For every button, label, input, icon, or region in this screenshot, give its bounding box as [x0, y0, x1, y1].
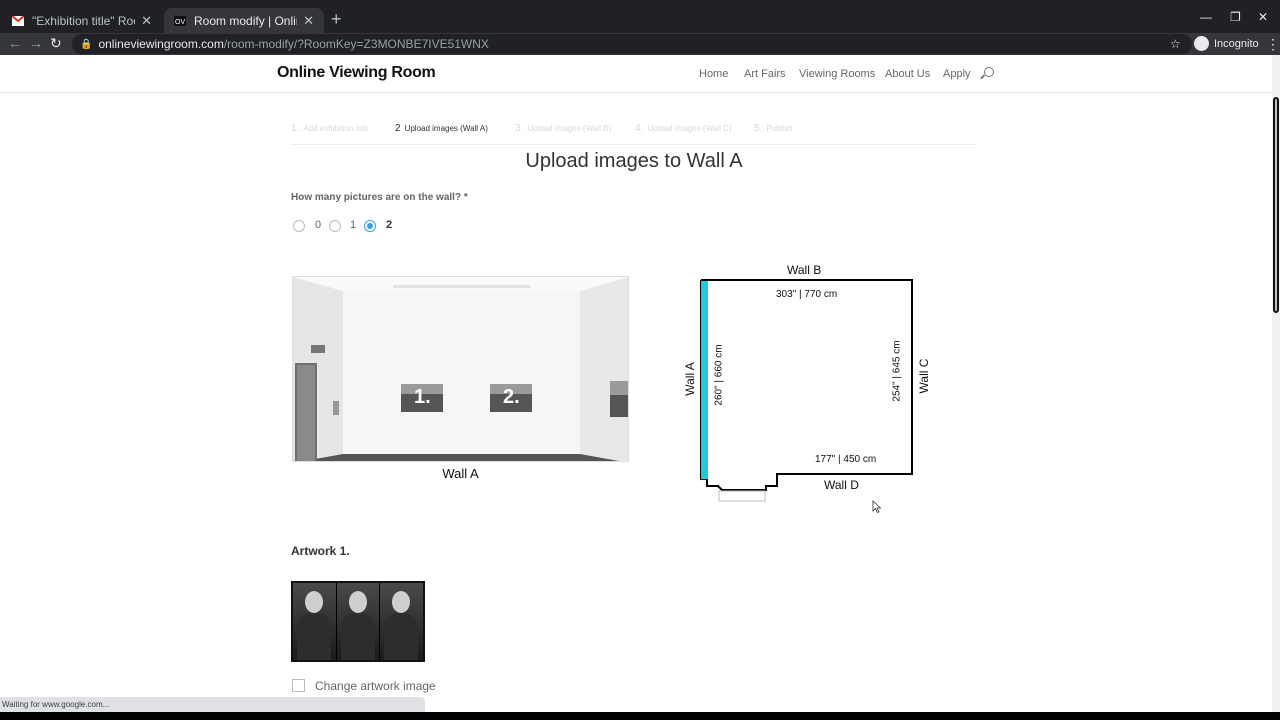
site-logo[interactable]: Online Viewing Room	[277, 64, 436, 82]
wall-b-dimension: 303" | 770 cm	[776, 289, 838, 300]
back-icon[interactable]: ←	[8, 35, 22, 51]
mouse-cursor-icon	[872, 500, 882, 514]
search-icon[interactable]	[984, 67, 994, 77]
close-window-icon[interactable]: ✕	[1258, 10, 1268, 24]
browser-status-bar: Waiting for www.google.com...	[0, 697, 425, 712]
svg-text:OV: OV	[175, 19, 185, 26]
room-illustration	[293, 277, 628, 461]
artwork-1-thumbnail	[291, 581, 425, 662]
radio-count-0[interactable]	[293, 220, 305, 232]
slot-1-label: 1.	[414, 386, 431, 408]
page-title: Upload images to Wall A	[525, 150, 743, 172]
wall-d-dimension: 177" | 450 cm	[815, 454, 877, 465]
nav-apply[interactable]: Apply	[943, 68, 971, 80]
nav-home[interactable]: Home	[699, 68, 728, 80]
reload-icon[interactable]: ↻	[50, 35, 62, 52]
tab-room-modify[interactable]: OV Room modify | Online Viewing Room ✕	[164, 8, 324, 33]
change-artwork-checkbox[interactable]	[292, 679, 305, 692]
new-tab-icon[interactable]: +	[331, 10, 342, 28]
address-bar[interactable]: 🔒 onlineviewingroom.com/room-modify/?Roo…	[72, 34, 1192, 54]
room-preview: 1. 2.	[292, 276, 629, 462]
screen-border	[0, 712, 1280, 720]
divider	[291, 144, 977, 145]
browser-tab-bar: "Exhibition title" Room is finished ✕ OV…	[0, 0, 1280, 33]
step-4: 4. Upload images (Wall C)	[635, 123, 732, 134]
web-page: Online Viewing Room Home Art Fairs Viewi…	[0, 55, 1272, 712]
gmail-icon	[12, 15, 24, 26]
restore-icon[interactable]: ❐	[1230, 10, 1241, 24]
step-2: 2 Upload images (Wall A)	[395, 123, 488, 134]
slot-2-label: 2.	[503, 386, 520, 408]
url-path: /room-modify/?RoomKey=Z3MONBE7IVE51WNX	[223, 37, 489, 51]
wall-d-label: Wall D	[824, 478, 859, 492]
nav-viewing-rooms[interactable]: Viewing Rooms	[799, 68, 875, 80]
step-3: 3. Upload images (Wall B)	[515, 123, 612, 134]
wall-b-label: Wall B	[787, 263, 822, 277]
bookmark-star-icon[interactable]: ☆	[1170, 37, 1181, 51]
wall-a-highlight	[701, 281, 708, 479]
minimize-icon[interactable]: —	[1200, 10, 1212, 24]
page-scrollbar[interactable]	[1272, 55, 1280, 712]
scrollbar-thumb[interactable]	[1273, 97, 1279, 313]
tab-gmail[interactable]: "Exhibition title" Room is finished ✕	[2, 8, 162, 33]
room-preview-caption: Wall A	[442, 466, 479, 481]
wall-c-dimension: 254" | 645 cm	[891, 340, 903, 402]
wall-a-dimension: 260" | 660 cm	[713, 344, 725, 406]
forward-icon[interactable]: →	[29, 35, 43, 51]
url-host: onlineviewingroom.com	[98, 37, 224, 51]
change-artwork-label[interactable]: Change artwork image	[315, 679, 436, 693]
close-tab-icon[interactable]: ✕	[141, 13, 152, 29]
step-5: 5. Publish	[754, 123, 793, 134]
radio-count-1[interactable]	[329, 220, 341, 232]
ovr-favicon: OV	[174, 15, 186, 26]
artwork-1-heading: Artwork 1.	[291, 544, 350, 558]
radio-count-2-label[interactable]: 2	[386, 219, 392, 231]
step-1: 1. Add exhibition info	[291, 123, 369, 134]
incognito-label: Incognito	[1214, 37, 1259, 50]
wall-a-label: Wall A	[683, 362, 697, 396]
radio-count-1-label[interactable]: 1	[350, 219, 356, 231]
picture-count-question: How many pictures are on the wall? *	[291, 192, 468, 203]
incognito-indicator[interactable]: Incognito	[1194, 36, 1259, 51]
tab-title: Room modify | Online Viewing Room	[194, 13, 297, 28]
browser-menu-icon[interactable]: ⋮	[1266, 36, 1280, 53]
nav-about-us[interactable]: About Us	[885, 68, 930, 80]
radio-count-0-label[interactable]: 0	[315, 219, 321, 231]
browser-toolbar: ← → ↻ 🔒 onlineviewingroom.com/room-modif…	[0, 33, 1280, 55]
radio-count-2[interactable]	[364, 220, 376, 232]
close-tab-icon[interactable]: ✕	[303, 13, 314, 29]
incognito-icon	[1194, 36, 1209, 51]
site-header: Online Viewing Room Home Art Fairs Viewi…	[0, 55, 1272, 93]
tab-title: "Exhibition title" Room is finished	[32, 13, 135, 28]
wall-c-label: Wall C	[917, 358, 931, 394]
nav-art-fairs[interactable]: Art Fairs	[744, 68, 786, 80]
lock-icon: 🔒	[80, 38, 93, 50]
